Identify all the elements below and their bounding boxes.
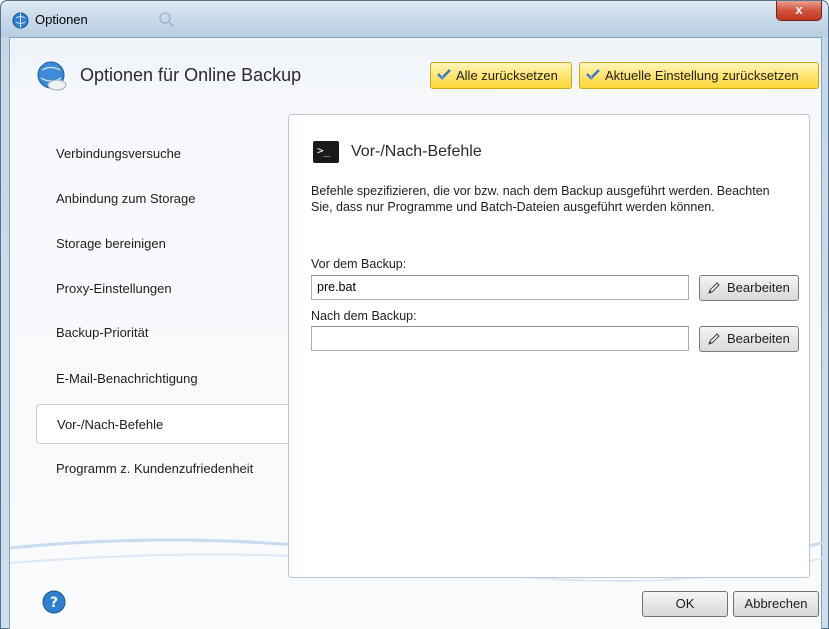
search-icon: [159, 12, 175, 28]
sidebar-item-backup-prioritaet[interactable]: Backup-Priorität: [36, 313, 290, 353]
double-check-icon: [437, 69, 451, 80]
online-backup-globe-icon: [37, 61, 67, 91]
pre-backup-label: Vor dem Backup:: [311, 257, 407, 271]
title-bar[interactable]: Optionen x: [1, 1, 828, 37]
post-backup-command-field[interactable]: [311, 326, 689, 351]
reset-all-label: Alle zurücksetzen: [456, 68, 558, 83]
help-icon[interactable]: ?: [42, 590, 66, 614]
reset-current-label: Aktuelle Einstellung zurücksetzen: [605, 68, 799, 83]
cancel-button[interactable]: Abbrechen: [733, 591, 819, 617]
app-globe-icon: [12, 12, 29, 29]
double-check-icon: [586, 69, 600, 80]
sidebar-item-email[interactable]: E-Mail-Benachrichtigung: [36, 359, 290, 399]
terminal-icon: >_: [313, 141, 339, 163]
pencil-icon: [708, 333, 720, 345]
pre-backup-command-field[interactable]: pre.bat: [311, 275, 689, 300]
sidebar-item-kundenzufriedenheit[interactable]: Programm z. Kundenzufriedenheit: [36, 449, 290, 489]
settings-panel: >_ Vor-/Nach-Befehle Befehle spezifizier…: [288, 114, 810, 578]
sidebar-item-verbindungsversuche[interactable]: Verbindungsversuche: [36, 134, 290, 174]
pre-edit-label: Bearbeiten: [727, 280, 790, 295]
dialog-client-area: Optionen für Online Backup Alle zurückse…: [9, 37, 823, 629]
close-button[interactable]: x: [776, 1, 822, 21]
options-window: Optionen x Optionen für Online Backup Al…: [0, 0, 829, 629]
reset-current-button[interactable]: Aktuelle Einstellung zurücksetzen: [579, 62, 819, 89]
post-backup-edit-button[interactable]: Bearbeiten: [699, 326, 799, 352]
post-edit-label: Bearbeiten: [727, 331, 790, 346]
sidebar-item-anbindung-storage[interactable]: Anbindung zum Storage: [36, 179, 290, 219]
sidebar-item-vor-nach-befehle[interactable]: Vor-/Nach-Befehle: [36, 404, 290, 444]
panel-title: Vor-/Nach-Befehle: [351, 143, 482, 160]
pencil-icon: [708, 282, 720, 294]
page-title: Optionen für Online Backup: [80, 65, 302, 85]
window-title: Optionen: [35, 12, 88, 27]
ok-button[interactable]: OK: [642, 591, 728, 617]
svg-text:?: ?: [50, 595, 58, 611]
pre-backup-edit-button[interactable]: Bearbeiten: [699, 275, 799, 301]
sidebar-item-proxy[interactable]: Proxy-Einstellungen: [36, 269, 290, 309]
sidebar-item-storage-bereinigen[interactable]: Storage bereinigen: [36, 224, 290, 264]
panel-description: Befehle spezifizieren, die vor bzw. nach…: [311, 184, 770, 214]
reset-all-button[interactable]: Alle zurücksetzen: [430, 62, 572, 89]
post-backup-label: Nach dem Backup:: [311, 309, 417, 323]
